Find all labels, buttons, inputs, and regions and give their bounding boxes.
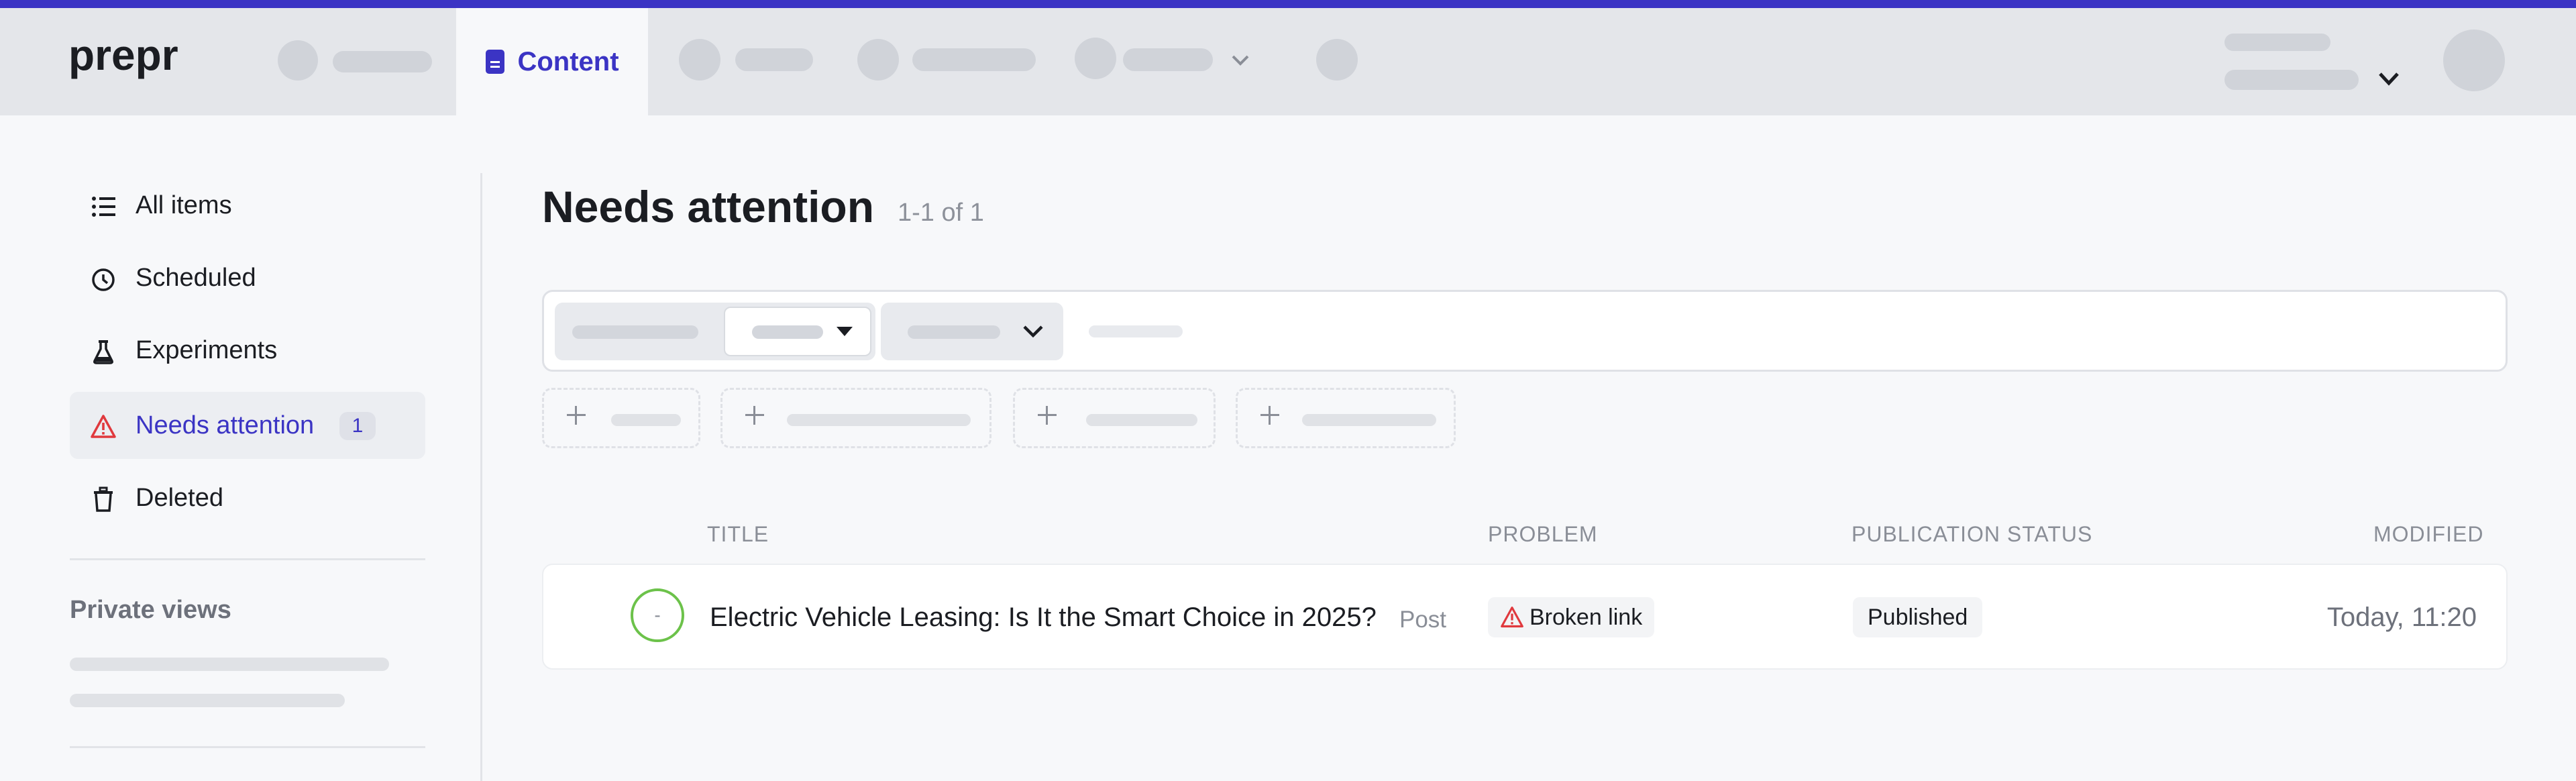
tab-content-label: Content — [517, 46, 619, 76]
nav-item-placeholder-icon[interactable] — [679, 39, 720, 81]
filter-field-group[interactable] — [555, 303, 875, 360]
search-placeholder[interactable] — [1089, 325, 1183, 337]
needs-attention-count-badge: 1 — [339, 412, 376, 440]
nav-item-placeholder-label — [912, 48, 1036, 71]
caret-down-icon — [837, 327, 853, 336]
workflow-status-indicator: - — [631, 588, 684, 642]
add-filter-chip[interactable] — [542, 388, 700, 448]
nav-item-placeholder-icon[interactable] — [857, 39, 899, 81]
chip-label-placeholder — [1302, 414, 1436, 426]
chevron-down-icon — [1023, 325, 1043, 338]
tab-content[interactable]: Content — [456, 8, 648, 115]
chip-label-placeholder — [611, 414, 681, 426]
nav-item-placeholder-label — [1123, 48, 1213, 71]
list-icon — [92, 197, 115, 217]
column-header-publication-status[interactable]: PUBLICATION STATUS — [1851, 522, 2092, 547]
prepr-logo[interactable]: prepr — [68, 31, 203, 85]
modified-date: Today, 11:20 — [2326, 603, 2477, 632]
result-count: 1-1 of 1 — [898, 199, 984, 227]
sidebar-divider — [70, 558, 425, 560]
nav-item-placeholder-label — [735, 48, 813, 71]
sidebar-item-label: Experiments — [136, 335, 278, 364]
sidebar-item-needs-attention[interactable]: Needs attention 1 — [70, 392, 425, 459]
document-icon — [486, 50, 505, 74]
column-header-title[interactable]: TITLE — [707, 522, 769, 547]
problem-label: Broken link — [1529, 604, 1643, 630]
item-title[interactable]: Electric Vehicle Leasing: Is It the Smar… — [710, 603, 1377, 633]
problem-badge: Broken link — [1488, 597, 1655, 637]
warning-icon — [1501, 607, 1523, 628]
private-views-title: Private views — [70, 596, 231, 624]
sidebar-item-all-items[interactable]: All items — [70, 172, 425, 239]
sidebar-item-label: Needs attention — [136, 411, 315, 439]
filter-value-dropdown[interactable] — [881, 303, 1063, 360]
sidebar-divider — [70, 746, 425, 748]
nav-item-placeholder-icon[interactable] — [1075, 38, 1116, 79]
warning-icon — [91, 415, 116, 438]
workspace-chevron-down-icon[interactable] — [2377, 71, 2400, 87]
sidebar-item-deleted[interactable]: Deleted — [70, 464, 425, 531]
chip-label-placeholder — [1086, 414, 1197, 426]
plus-icon — [1260, 406, 1279, 425]
filter-operator-placeholder — [752, 325, 823, 339]
user-avatar[interactable] — [2443, 30, 2505, 91]
clock-icon — [92, 268, 115, 291]
sidebar-item-label: Deleted — [136, 483, 223, 512]
plus-icon — [745, 406, 764, 425]
filter-field-placeholder — [572, 325, 698, 339]
table-row[interactable]: - Electric Vehicle Leasing: Is It the Sm… — [542, 564, 2508, 670]
publication-status-badge: Published — [1853, 597, 1983, 637]
plus-icon — [1038, 406, 1057, 425]
workspace-name-placeholder — [2224, 34, 2330, 51]
nav-item-placeholder-icon[interactable] — [278, 40, 318, 81]
chip-label-placeholder — [787, 414, 971, 426]
trash-icon — [94, 486, 113, 512]
column-header-modified[interactable]: MODIFIED — [2373, 522, 2483, 547]
page-title: Needs attention — [542, 182, 875, 231]
private-view-placeholder[interactable] — [70, 658, 389, 671]
flask-icon — [93, 340, 113, 364]
nav-item-placeholder-icon[interactable] — [1316, 39, 1358, 81]
filter-value-placeholder — [908, 325, 1000, 339]
column-header-problem[interactable]: PROBLEM — [1488, 522, 1597, 547]
add-filter-chip[interactable] — [1236, 388, 1456, 448]
add-filter-chip[interactable] — [720, 388, 991, 448]
svg-text:prepr: prepr — [68, 31, 178, 79]
filter-bar — [542, 290, 2508, 372]
sidebar-item-label: All items — [136, 191, 232, 219]
sidebar-item-label: Scheduled — [136, 263, 256, 292]
workspace-env-placeholder — [2224, 70, 2359, 90]
sidebar-item-scheduled[interactable]: Scheduled — [70, 244, 425, 311]
top-accent-bar — [0, 0, 2576, 8]
private-view-placeholder[interactable] — [70, 694, 345, 707]
add-filter-chip[interactable] — [1013, 388, 1216, 448]
sidebar-item-experiments[interactable]: Experiments — [70, 317, 425, 384]
plus-icon — [567, 406, 586, 425]
sidebar-main-divider — [480, 173, 482, 781]
item-type: Post — [1399, 607, 1447, 633]
nav-item-placeholder-label — [333, 51, 432, 72]
chevron-down-icon[interactable] — [1230, 54, 1250, 67]
filter-operator-select[interactable] — [724, 307, 871, 356]
